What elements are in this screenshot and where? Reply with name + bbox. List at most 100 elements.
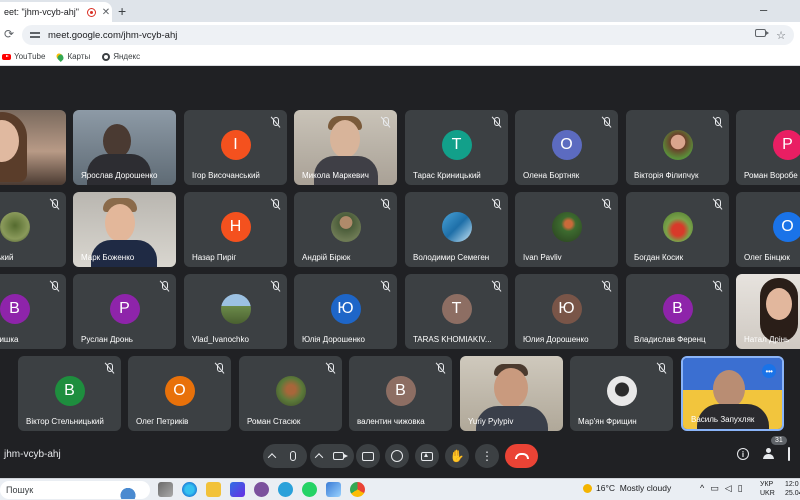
participant-tile[interactable]: Yuriy Pylypiv — [460, 356, 563, 431]
raise-hand-button[interactable]: ✋ — [445, 444, 469, 468]
participant-tile[interactable]: В Владислав Ференц — [626, 274, 729, 349]
participant-tile[interactable]: Ю Юлия Дорошенко — [515, 274, 618, 349]
participant-tile[interactable]: Роман Стасюк — [239, 356, 342, 431]
more-dots-icon[interactable]: ••• — [762, 364, 776, 378]
participant-name: Юлия Дорошенко — [523, 335, 589, 344]
participant-tile[interactable]: І Ігор Височанський — [184, 110, 287, 185]
camera-in-use-icon[interactable] — [755, 28, 770, 37]
meeting-details-button[interactable]: i — [737, 448, 749, 460]
participant-tile[interactable]: Андрій Бірюк — [294, 192, 397, 267]
participant-tile[interactable]: Ввалентин чижовка — [349, 356, 452, 431]
participant-tile[interactable]: О Олег Петриків — [128, 356, 231, 431]
participant-tile[interactable]: ••• Василь Запухляк — [681, 356, 784, 431]
address-bar[interactable]: meet.google.com/jhm-vcyb-ahj ☆ — [22, 25, 794, 45]
participant-initial-avatar: І — [220, 130, 251, 160]
site-info-icon[interactable] — [30, 30, 40, 40]
tab-title: eet: "jhm-vcyb-ahj" — [4, 7, 79, 17]
participant-tile[interactable]: Натал Дрінь — [736, 274, 800, 349]
network-icon[interactable]: ▭ — [710, 483, 719, 494]
bookmark-yandex[interactable]: Яндекс — [102, 52, 140, 61]
telegram-icon[interactable] — [278, 482, 293, 497]
participant-initial-avatar: О — [164, 376, 195, 406]
participant-name: Володимир Семеген — [413, 253, 490, 262]
participant-tile[interactable]: Микола Маркевич — [294, 110, 397, 185]
participant-tile[interactable]: Н Назар Пиріг — [184, 192, 287, 267]
participant-initial-avatar: Р — [109, 294, 140, 324]
participant-tile[interactable]: Р Руслан Дронь — [73, 274, 176, 349]
file-explorer-icon[interactable] — [206, 482, 221, 497]
viber-icon[interactable] — [254, 482, 269, 497]
battery-icon[interactable]: ▯ — [738, 483, 743, 494]
participant-tile[interactable]: онець — [0, 110, 66, 185]
present-button[interactable] — [415, 444, 439, 468]
input-language[interactable]: УКР UKR — [760, 480, 775, 498]
participant-name: Марк Боженко — [81, 253, 135, 262]
search-highlight-icon — [108, 481, 148, 499]
participant-tile[interactable]: Ю Юлія Дорошенко — [294, 274, 397, 349]
browser-tab-meet[interactable]: eet: "jhm-vcyb-ahj" ✕ — [0, 2, 112, 22]
participant-name: Юлія Дорошенко — [302, 335, 365, 344]
participant-name: Владислав Ференц — [634, 335, 706, 344]
reload-icon[interactable]: ⟳ — [4, 27, 14, 41]
store-icon[interactable] — [230, 482, 245, 497]
participant-tile[interactable]: Вимир Шишка — [0, 274, 66, 349]
participant-tile[interactable]: О Олена Бортняк — [515, 110, 618, 185]
participant-tile[interactable]: Р Роман Воробе — [736, 110, 800, 185]
participant-name: Вікторія Філипчук — [634, 171, 699, 180]
participant-tile[interactable]: Марк Боженко — [73, 192, 176, 267]
window-minimize-button[interactable]: – — [760, 2, 767, 17]
participant-tile[interactable]: Вікторія Філипчук — [626, 110, 729, 185]
participant-name: Роман Воробе — [744, 171, 798, 180]
captions-button[interactable] — [356, 444, 380, 468]
bookmark-youtube[interactable]: YouTube — [2, 52, 45, 61]
mic-off-icon — [158, 280, 170, 292]
bookmark-star-icon[interactable]: ☆ — [776, 29, 786, 42]
participant-tile[interactable]: Мар'ян Фрищин — [570, 356, 673, 431]
chevron-up-icon[interactable]: ^ — [700, 483, 704, 494]
chrome-icon[interactable] — [350, 482, 365, 497]
info-icon: i — [737, 448, 749, 460]
clock[interactable]: 12:0 25.04.2 — [785, 480, 800, 498]
browser-tab-bar: eet: "jhm-vcyb-ahj" ✕ + – — [0, 0, 800, 22]
more-options-button[interactable]: ⋮ — [475, 444, 499, 468]
chat-button[interactable] — [788, 447, 790, 461]
participant-tile[interactable]: В Віктор Стельницький — [18, 356, 121, 431]
tab-close-icon[interactable]: ✕ — [100, 7, 112, 18]
participant-tile[interactable]: Богдан Косик — [626, 192, 729, 267]
participant-tile[interactable]: Т Тарас Криницький — [405, 110, 508, 185]
participant-tile[interactable]: Володимир Семеген — [405, 192, 508, 267]
mic-off-icon — [269, 280, 281, 292]
participant-tile[interactable]: Т TARAS KHOMIAKIV... — [405, 274, 508, 349]
bookmark-maps[interactable]: Карты — [55, 51, 90, 62]
weather-widget[interactable]: 16°C Mostly cloudy — [583, 483, 671, 493]
participant-tile[interactable]: Ярослав Дорошенко — [73, 110, 176, 185]
new-tab-button[interactable]: + — [118, 3, 126, 19]
participant-photo-avatar — [0, 212, 30, 242]
chevron-up-icon[interactable] — [263, 444, 281, 468]
whatsapp-icon[interactable] — [302, 482, 317, 497]
participant-name: Василь Запухляк — [691, 415, 755, 424]
mic-off-icon — [434, 362, 446, 374]
mic-off-icon — [655, 362, 667, 374]
task-view-icon[interactable] — [158, 482, 173, 497]
url-text[interactable]: meet.google.com/jhm-vcyb-ahj — [48, 30, 755, 41]
maps-icon — [55, 51, 66, 62]
leave-call-button[interactable] — [505, 444, 538, 468]
participant-tile[interactable]: Vlad_Ivanochko — [184, 274, 287, 349]
chevron-up-icon[interactable] — [310, 444, 328, 468]
volume-icon[interactable]: ◁ — [725, 483, 732, 494]
participant-tile[interactable]: О Олег Бінцюк — [736, 192, 800, 267]
meeting-code: jhm-vcyb-ahj — [4, 449, 61, 460]
weather-temp: 16°C — [596, 483, 615, 493]
participant-tile[interactable]: пичинський — [0, 192, 66, 267]
weather-text: Mostly cloudy — [619, 483, 672, 493]
reactions-button[interactable] — [385, 444, 409, 468]
camera-button[interactable] — [328, 444, 352, 468]
edge-icon[interactable] — [182, 482, 197, 497]
system-tray: ^ ▭ ◁ ▯ — [700, 483, 743, 494]
participant-name: Ігор Височанський — [192, 171, 260, 180]
photos-icon[interactable] — [326, 482, 341, 497]
participant-tile[interactable]: Ivan Pavliv — [515, 192, 618, 267]
participant-photo-avatar — [441, 212, 472, 242]
microphone-button[interactable] — [281, 444, 305, 468]
